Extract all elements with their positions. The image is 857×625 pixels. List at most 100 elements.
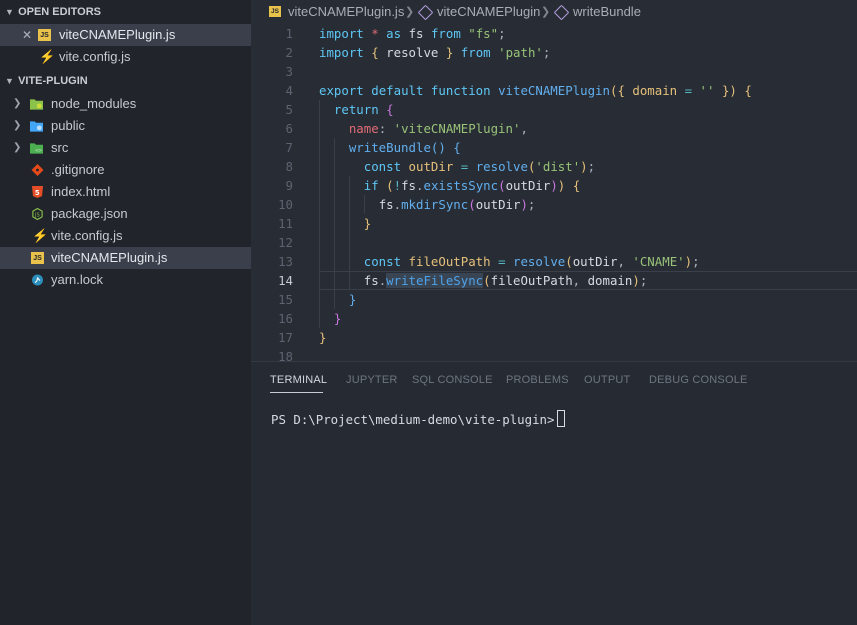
yarn-icon [32,274,43,286]
code-line: 12 [251,233,857,252]
code-line: 2 import { resolve } from 'path'; [251,43,857,62]
code-editor[interactable]: JS viteCNAMEPlugin.js ❯ viteCNAMEPlugin … [251,0,857,364]
tree-item-file[interactable]: yarn.lock [0,269,251,291]
chevron-down-icon: ▼ [5,7,14,17]
tree-item-label: yarn.lock [51,272,104,287]
code-text: } [363,216,372,231]
line-number: 9 [285,178,293,193]
tree-item-file[interactable]: JS viteCNAMEPlugin.js [0,247,251,269]
tree-item-label: public [51,118,85,133]
code-text: if (!fs.existsSync(outDir)) { [363,178,581,193]
svg-text:<>: <> [35,148,42,154]
src-folder-icon: <> [30,143,43,154]
tree-item-folder[interactable]: ❯ public [0,115,251,137]
tree-item-folder[interactable]: ❯ node_modules [0,93,251,115]
tree-item-file[interactable]: 5 index.html [0,181,251,203]
line-number: 13 [278,254,293,269]
chevron-down-icon: ▼ [5,76,14,86]
tree-item-label: src [51,140,69,155]
tree-item-file[interactable]: .gitignore [0,159,251,181]
panel-tabs: TERMINAL JUPYTER SQL CONSOLE PROBLEMS OU… [251,362,857,400]
breadcrumb: JS viteCNAMEPlugin.js ❯ viteCNAMEPlugin … [251,0,857,24]
code-text: return { [333,102,394,117]
code-line: 3 [251,62,857,81]
line-number: 7 [285,140,293,155]
open-editors-header[interactable]: ▼ OPEN EDITORS [0,0,251,24]
html5-icon: 5 [31,186,44,198]
line-number: 12 [278,235,293,250]
code-text: } [319,330,327,345]
code-line: 10 fs.mkdirSync(outDir); [251,195,857,214]
code-text: } [333,311,342,326]
open-editor-label: vite.config.js [59,49,131,64]
chevron-right-icon: ❯ [405,6,415,18]
tree-item-file[interactable]: JS package.json [0,203,251,225]
line-number: 1 [285,26,293,41]
terminal-output[interactable]: PS D:\Project\medium-demo\vite-plugin> [271,410,566,427]
line-number: 11 [278,216,293,231]
nodejs-icon: JS [32,208,43,220]
chevron-right-icon: ❯ [13,120,22,131]
line-number: 16 [278,311,293,326]
code-area[interactable]: 1 import * as fs from "fs"; 2 import { res… [251,24,857,366]
symbol-method-icon [417,4,434,21]
git-icon [31,164,44,176]
open-editor-item[interactable]: ✕ JS viteCNAMEPlugin.js [0,24,251,46]
node-folder-icon [30,99,43,110]
symbol-method-icon [553,4,570,21]
code-line: 1 import * as fs from "fs"; [251,24,857,43]
tree-item-label: vite.config.js [51,228,123,243]
tab-problems[interactable]: PROBLEMS [506,374,569,386]
tab-debug-console[interactable]: DEBUG CONSOLE [649,374,748,386]
js-file-icon: JS [31,252,44,264]
tree-item-label: index.html [51,184,111,199]
line-number: 6 [285,121,293,136]
code-line: 17} [251,328,857,347]
terminal-prompt: PS D:\Project\medium-demo\vite-plugin> [271,412,555,427]
tab-terminal[interactable]: TERMINAL [270,374,327,386]
close-icon[interactable]: ✕ [22,24,32,46]
code-line: 16 } [251,309,857,328]
open-editor-item[interactable]: ⚡ vite.config.js [0,46,251,68]
tree-item-file[interactable]: ⚡ vite.config.js [0,225,251,247]
tab-sql-console[interactable]: SQL CONSOLE [412,374,493,386]
public-folder-icon [30,121,43,132]
line-number: 4 [285,83,293,98]
line-number: 8 [285,159,293,174]
tab-jupyter[interactable]: JUPYTER [346,374,398,386]
terminal-cursor [557,410,566,427]
code-text: import { resolve } from 'path'; [319,45,551,60]
code-text: } [348,292,357,307]
breadcrumb-symbol[interactable]: writeBundle [573,0,641,24]
project-header[interactable]: ▼ VITE-PLUGIN [0,69,251,93]
open-editor-label: viteCNAMEPlugin.js [59,27,176,42]
active-tab-indicator [270,392,323,393]
vite-icon: ⚡ [39,49,56,64]
code-text: const fileOutPath = resolve(outDir, 'CNA… [363,254,700,269]
project-title: VITE-PLUGIN [18,75,88,87]
tab-output[interactable]: OUTPUT [584,374,630,386]
code-line: 15 } [251,290,857,309]
code-text: fs.mkdirSync(outDir); [378,197,536,212]
line-number: 14 [278,273,293,288]
code-line: 5 return { [251,100,857,119]
open-editors-title: OPEN EDITORS [18,6,101,18]
code-text: import * as fs from "fs"; [319,26,506,41]
js-file-icon: JS [38,29,51,41]
code-text: fs.writeFileSync(fileOutPath, domain); [363,273,648,288]
line-number: 15 [278,292,293,307]
chevron-right-icon: ❯ [13,98,22,109]
line-number: 3 [285,64,293,79]
tree-item-label: node_modules [51,96,137,111]
tree-item-label: .gitignore [51,162,105,177]
breadcrumb-symbol[interactable]: viteCNAMEPlugin [437,0,540,24]
code-text: export default function viteCNAMEPlugin(… [319,83,752,98]
breadcrumb-file[interactable]: viteCNAMEPlugin.js [288,0,404,24]
chevron-right-icon: ❯ [13,142,22,153]
line-number: 5 [285,102,293,117]
tree-item-folder[interactable]: ❯ <> src [0,137,251,159]
code-line: 7 writeBundle() { [251,138,857,157]
code-text: const outDir = resolve('dist'); [363,159,596,174]
explorer-sidebar: ▼ OPEN EDITORS ✕ JS viteCNAMEPlugin.js ⚡… [0,0,251,625]
tree-item-label: package.json [51,206,128,221]
